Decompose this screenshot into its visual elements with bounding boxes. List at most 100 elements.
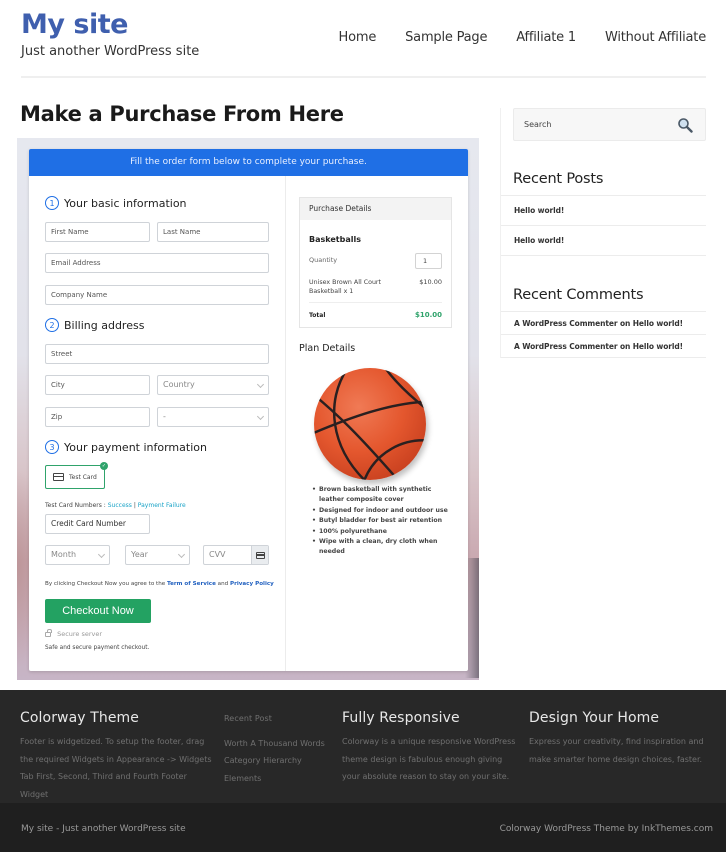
footer-theme-credit[interactable]: Colorway WordPress Theme by InkThemes.co… <box>500 824 713 834</box>
total-label: Total <box>309 312 326 319</box>
search-input[interactable] <box>524 109 674 140</box>
sidebar-divider <box>501 311 706 312</box>
nav-home[interactable]: Home <box>339 30 377 45</box>
step-label: Your payment information <box>64 440 207 454</box>
footer-site-credit[interactable]: My site - Just another WordPress site <box>21 824 186 834</box>
secure-server-label: Secure server <box>57 630 103 638</box>
step-number-icon: 3 <box>45 440 59 454</box>
check-icon: ✓ <box>100 462 108 470</box>
page-title: Make a Purchase From Here <box>20 102 344 126</box>
basketball-image <box>314 368 426 480</box>
nav-without-affiliate[interactable]: Without Affiliate <box>605 30 706 45</box>
footer-link[interactable]: Elements <box>224 770 334 788</box>
street-input[interactable]: Street <box>45 344 269 364</box>
country-select[interactable]: Country <box>157 375 269 395</box>
recent-comment-link[interactable]: A WordPress Commenter on Hello world! <box>514 342 683 351</box>
recent-post-link[interactable]: Hello world! <box>514 236 564 245</box>
zip-input[interactable]: Zip <box>45 407 150 427</box>
cvv-input[interactable]: CVV <box>203 545 269 565</box>
state-select[interactable]: - <box>157 407 269 427</box>
main-nav: Home Sample Page Affiliate 1 Without Aff… <box>310 30 707 45</box>
footer-column-design-home: Design Your Home Express your creativity… <box>529 710 721 768</box>
lock-icon <box>45 629 52 637</box>
footer-link[interactable]: Category Hierarchy <box>224 752 334 770</box>
cvv-placeholder: CVV <box>209 550 226 559</box>
year-select-value: Year <box>131 550 148 559</box>
line-item-name: Unisex Brown All Court Basketball x 1 <box>309 279 381 295</box>
order-form-card: Fill the order form below to complete yo… <box>29 149 468 671</box>
step-billing-address: 2 Billing address <box>45 318 144 332</box>
step-number-icon: 2 <box>45 318 59 332</box>
last-name-input[interactable]: Last Name <box>157 222 269 242</box>
company-input[interactable]: Company Name <box>45 285 269 305</box>
footer-heading: Design Your Home <box>529 710 660 726</box>
privacy-policy-link[interactable]: Privacy Policy <box>230 581 274 587</box>
nav-sample-page[interactable]: Sample Page <box>405 30 487 45</box>
sidebar-border <box>500 108 501 358</box>
step-label: Your basic information <box>64 196 187 210</box>
month-select-value: Month <box>51 550 77 559</box>
footer-text: Colorway is a unique responsive WordPres… <box>342 737 516 781</box>
search-widget <box>513 108 706 141</box>
test-card-option[interactable]: Test Card ✓ <box>45 462 108 489</box>
city-input[interactable]: City <box>45 375 150 395</box>
safe-checkout-note: Safe and secure payment checkout. <box>45 645 150 651</box>
sidebar-divider <box>501 334 706 335</box>
site-title[interactable]: My site <box>21 9 128 40</box>
purchase-details-box: Purchase Details Basketballs Quantity 1 … <box>299 197 452 328</box>
test-card-numbers-label: Test Card Numbers : <box>45 502 106 509</box>
step-payment-info: 3 Your payment information <box>45 440 207 454</box>
test-card-label: Test Card <box>69 473 97 481</box>
quantity-input[interactable]: 1 <box>415 253 442 269</box>
total-divider <box>309 302 442 303</box>
footer-column-recent-post: Recent Post Worth A Thousand Words Categ… <box>224 710 334 787</box>
plan-feature: Butyl bladder for best air retention <box>312 516 457 527</box>
step-label: Billing address <box>64 318 145 332</box>
checkout-now-button[interactable]: Checkout Now <box>45 599 151 623</box>
sidebar-divider <box>501 357 706 358</box>
terms-notice: By clicking Checkout Now you agree to th… <box>45 581 274 587</box>
terms-prefix: By clicking Checkout Now you agree to th… <box>45 581 166 587</box>
first-name-input[interactable]: First Name <box>45 222 150 242</box>
separator: | <box>133 502 136 509</box>
recent-comment-link[interactable]: A WordPress Commenter on Hello world! <box>514 319 683 328</box>
product-name: Basketballs <box>309 235 361 244</box>
sidebar-divider <box>501 195 706 196</box>
cvv-help-button[interactable] <box>251 546 268 564</box>
header-divider <box>21 76 706 78</box>
year-select[interactable]: Year <box>125 545 190 565</box>
plan-feature: 100% polyurethane <box>312 527 457 538</box>
month-select[interactable]: Month <box>45 545 110 565</box>
chevron-down-icon <box>97 550 106 559</box>
step-basic-info: 1 Your basic information <box>45 196 187 210</box>
footer-bottom-bar: My site - Just another WordPress site Co… <box>0 803 726 852</box>
plan-feature: Brown basketball with synthetic leather … <box>312 485 457 506</box>
footer-heading: Recent Post <box>224 714 273 723</box>
sidebar-divider <box>501 255 706 256</box>
recent-comments-title: Recent Comments <box>513 287 644 303</box>
footer-heading: Fully Responsive <box>342 710 460 726</box>
footer-text: Express your creativity, find inspiratio… <box>529 737 704 764</box>
purchase-details-header: Purchase Details <box>300 198 451 220</box>
nav-affiliate-1[interactable]: Affiliate 1 <box>516 30 576 45</box>
footer-column-colorway: Colorway Theme Footer is widgetized. To … <box>20 710 215 803</box>
terms-of-service-link[interactable]: Term of Service <box>167 581 216 587</box>
search-icon[interactable] <box>677 117 693 133</box>
chevron-down-icon <box>256 380 265 389</box>
test-success-link[interactable]: Success <box>108 502 132 509</box>
test-failure-link[interactable]: Payment Failure <box>138 502 186 509</box>
state-select-value: - <box>163 412 166 421</box>
card-number-input[interactable]: Credit Card Number <box>45 514 150 534</box>
test-card-numbers: Test Card Numbers : Success | Payment Fa… <box>45 502 186 509</box>
plan-features-list: Brown basketball with synthetic leather … <box>312 485 457 558</box>
site-tagline: Just another WordPress site <box>21 44 200 59</box>
footer-link[interactable]: Worth A Thousand Words <box>224 735 334 753</box>
recent-post-link[interactable]: Hello world! <box>514 206 564 215</box>
email-input[interactable]: Email Address <box>45 253 269 273</box>
step-number-icon: 1 <box>45 196 59 210</box>
country-select-value: Country <box>163 380 195 389</box>
footer: Colorway Theme Footer is widgetized. To … <box>0 690 726 803</box>
total-value: $10.00 <box>414 311 442 319</box>
quantity-label: Quantity <box>309 256 338 264</box>
chevron-down-icon <box>256 412 265 421</box>
